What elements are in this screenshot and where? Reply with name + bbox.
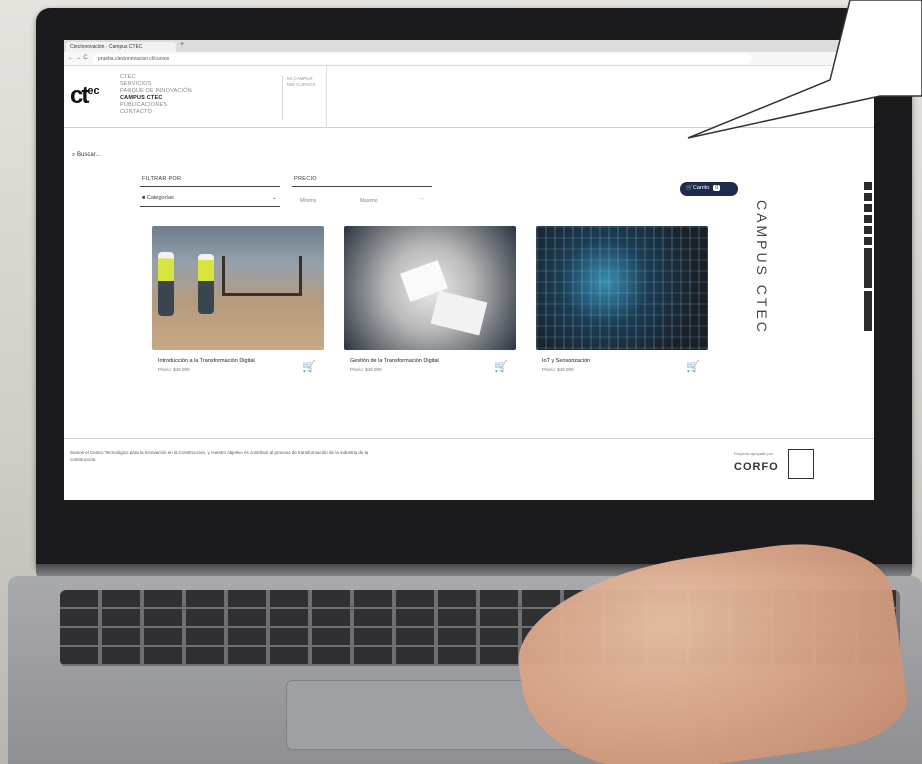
side-tab[interactable] xyxy=(864,291,872,331)
page-content: ⌕ Buscar... FILTRAR POR ■ Categorías ⌄ P… xyxy=(64,40,874,500)
government-seal-icon xyxy=(788,449,814,479)
add-to-cart-icon[interactable]: 🛒 xyxy=(686,360,700,373)
city-grid-pattern xyxy=(536,226,708,350)
filter-underline xyxy=(140,186,280,187)
site-footer: Somos el Centro Tecnológico para la Inno… xyxy=(64,438,874,500)
filter-by-label: FILTRAR POR xyxy=(142,176,182,182)
product-image[interactable] xyxy=(152,226,324,350)
cart-count-badge: 0 xyxy=(713,185,721,191)
price-min-field[interactable]: Mínimo xyxy=(300,198,316,204)
cart-button[interactable]: 🛒Carrito 0 xyxy=(680,182,738,196)
paper-shape xyxy=(430,290,488,336)
add-to-cart-icon[interactable]: 🛒 xyxy=(494,360,508,373)
product-image[interactable] xyxy=(536,226,708,350)
product-title[interactable]: IoT y Sensorización xyxy=(542,358,590,364)
category-value: Categorías xyxy=(146,195,174,201)
worker-figure xyxy=(198,254,214,314)
social-icon[interactable] xyxy=(864,226,872,234)
social-icon[interactable] xyxy=(864,182,872,190)
category-underline xyxy=(140,206,280,207)
worker-figure xyxy=(158,252,174,316)
cart-label: Carrito xyxy=(692,185,710,191)
price-max-field[interactable]: Máximo xyxy=(360,198,378,204)
search-link[interactable]: ⌕ Buscar... xyxy=(72,152,100,159)
product-card[interactable]: Introducción a la Transformación Digital… xyxy=(152,226,324,373)
product-price: Precio: $40.000 xyxy=(542,367,574,372)
social-icon[interactable] xyxy=(864,204,872,212)
price-label: PRECIO xyxy=(294,176,317,182)
corfo-logo: CORFO xyxy=(734,461,779,473)
price-apply-arrow-icon[interactable]: → xyxy=(418,195,425,202)
category-select[interactable]: ■ Categorías ⌄ xyxy=(142,195,277,201)
drone-rig xyxy=(222,256,302,296)
campus-vertical-title: CAMPUS CTEC xyxy=(754,200,770,335)
product-title[interactable]: Gestión de la Transformación Digital xyxy=(350,358,439,364)
social-icon[interactable] xyxy=(864,193,872,201)
side-tab[interactable] xyxy=(864,248,872,288)
footer-description: Somos el Centro Tecnológico para la Inno… xyxy=(70,450,369,462)
chevron-down-icon: ⌄ xyxy=(272,195,277,201)
product-price: Precio: $40.000 xyxy=(158,367,190,372)
price-underline xyxy=(292,186,432,187)
cart-icon: 🛒 xyxy=(686,185,693,191)
product-image[interactable] xyxy=(344,226,516,350)
social-side-strip xyxy=(864,182,874,334)
product-card[interactable]: Gestión de la Transformación Digital Pre… xyxy=(344,226,516,373)
social-icon[interactable] xyxy=(864,215,872,223)
product-card[interactable]: IoT y Sensorización Precio: $40.000 🛒 xyxy=(536,226,708,373)
product-price: Precio: $40.000 xyxy=(350,367,382,372)
footer-kicker: Proyecto apoyado por xyxy=(734,451,774,456)
add-to-cart-icon[interactable]: 🛒 xyxy=(302,360,316,373)
product-title[interactable]: Introducción a la Transformación Digital xyxy=(158,358,255,364)
social-icon[interactable] xyxy=(864,237,872,245)
